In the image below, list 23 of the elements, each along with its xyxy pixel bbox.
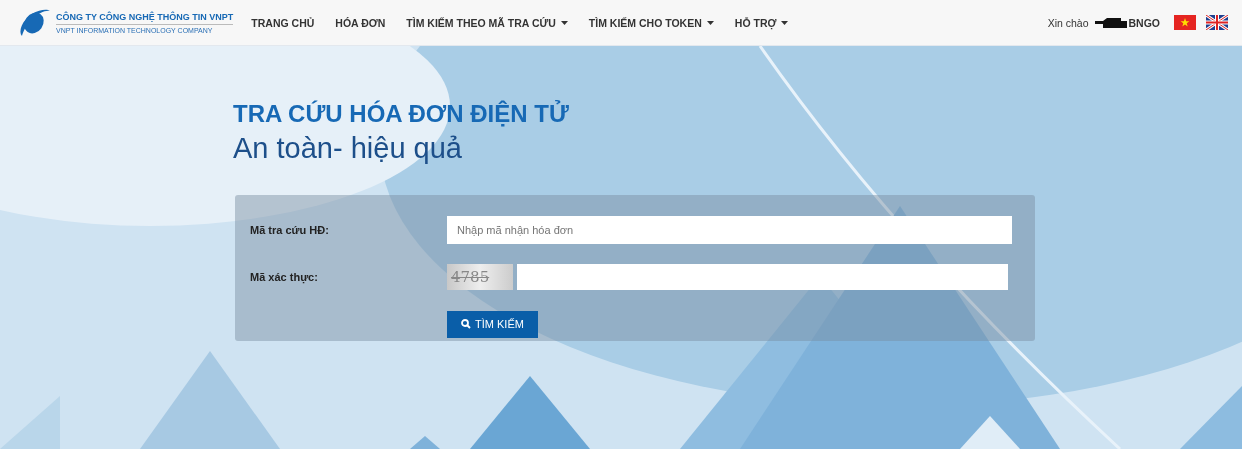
lookup-code-field[interactable]: Nhập mã nhận hóa đơn: [447, 216, 1012, 245]
field-label: Mã tra cứu HĐ:: [250, 224, 330, 237]
search-icon: [461, 319, 471, 330]
caret-icon: [781, 20, 789, 25]
nav-link[interactable]: TÌM KIẾM CHO TOKEN: [588, 16, 714, 29]
uk-flag-icon[interactable]: [1206, 15, 1228, 30]
nav-link[interactable]: TÌM KIẾM THEO MÃ TRA CỨU: [406, 16, 568, 29]
caret-icon: [560, 20, 568, 25]
captcha-field[interactable]: [517, 264, 1008, 291]
search-button[interactable]: TÌM KIẾM: [447, 310, 538, 338]
page-subtitle: An toàn- hiệu quả: [233, 132, 462, 165]
field-label: Mã xác thực:: [250, 271, 319, 284]
caret-icon: [706, 20, 714, 25]
nav-link[interactable]: HÓA ĐƠN: [335, 16, 386, 29]
nav-link[interactable]: HỖ TRỢ: [734, 16, 789, 29]
captcha-image: 4785: [447, 264, 513, 291]
greeting-text: Xin chào: [1047, 16, 1089, 29]
company-name: CÔNG TY CÔNG NGHỆ THÔNG TIN VNPT: [56, 11, 234, 25]
redaction-mark-icon: [1094, 17, 1129, 28]
nav-link[interactable]: TRANG CHỦ: [251, 16, 315, 29]
page-title: TRA CỨU HÓA ĐƠN ĐIỆN TỬ: [233, 100, 569, 128]
user-name[interactable]: BNGO: [1128, 16, 1160, 29]
vietnam-flag-icon[interactable]: [1174, 15, 1196, 30]
